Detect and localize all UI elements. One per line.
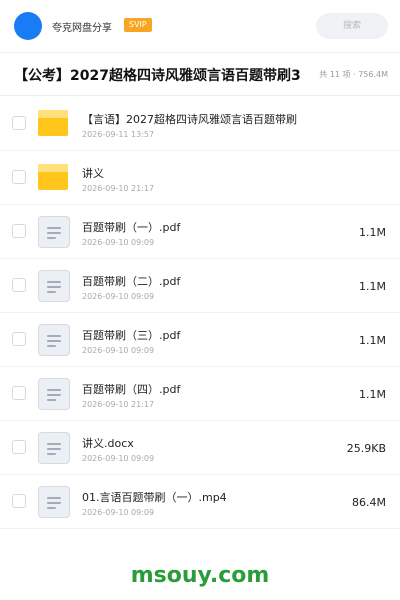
file-date: 2026-09-10 21:17: [82, 400, 155, 409]
document-icon: [38, 216, 70, 248]
file-date: 2026-09-11 13:57: [82, 130, 155, 139]
row-checkbox[interactable]: [12, 386, 26, 400]
search-placeholder: 搜索: [342, 21, 361, 31]
top-bar: 夸克网盘分享 SVIP 搜索: [0, 0, 400, 52]
file-size: 1.1M: [359, 226, 386, 239]
file-name: 百题带刷（二）.pdf: [82, 275, 181, 288]
avatar[interactable]: [14, 12, 42, 40]
file-size: 1.1M: [359, 334, 386, 347]
file-date: 2026-09-10 09:09: [82, 292, 155, 301]
row-checkbox[interactable]: [12, 170, 26, 184]
file-name: 01.言语百题带刷（一）.mp4: [82, 491, 227, 504]
file-date: 2026-09-10 09:09: [82, 346, 155, 355]
document-icon: [38, 270, 70, 302]
folder-header: 【公考】2027超格四诗风雅颂言语百题带刷3 共 11 项 · 756.4M: [0, 52, 400, 96]
file-size: 25.9KB: [346, 442, 386, 455]
file-date: 2026-09-10 21:17: [82, 184, 155, 193]
search-box[interactable]: 搜索: [316, 13, 388, 39]
row-checkbox[interactable]: [12, 440, 26, 454]
row-checkbox[interactable]: [12, 332, 26, 346]
file-name: 讲义: [82, 167, 104, 180]
file-size: 1.1M: [359, 388, 386, 401]
file-date: 2026-09-10 09:09: [82, 238, 155, 247]
file-name: 【言语】2027超格四诗风雅颂言语百题带刷: [82, 113, 297, 126]
file-row[interactable]: 讲义.docx 2026-09-10 09:09 25.9KB: [0, 421, 400, 475]
file-row[interactable]: 百题带刷（一）.pdf 2026-09-10 09:09 1.1M: [0, 205, 400, 259]
file-row[interactable]: 百题带刷（三）.pdf 2026-09-10 09:09 1.1M: [0, 313, 400, 367]
file-row[interactable]: 讲义 2026-09-10 21:17: [0, 151, 400, 205]
file-size: 1.1M: [359, 280, 386, 293]
file-row[interactable]: 百题带刷（四）.pdf 2026-09-10 21:17 1.1M: [0, 367, 400, 421]
file-name: 百题带刷（一）.pdf: [82, 221, 181, 234]
document-icon: [38, 486, 70, 518]
document-icon: [38, 324, 70, 356]
file-name: 百题带刷（四）.pdf: [82, 383, 181, 396]
file-row[interactable]: 百题带刷（二）.pdf 2026-09-10 09:09 1.1M: [0, 259, 400, 313]
folder-icon: [38, 108, 70, 140]
page-title: 【公考】2027超格四诗风雅颂言语百题带刷3: [14, 68, 301, 84]
row-checkbox[interactable]: [12, 278, 26, 292]
folder-icon: [38, 162, 70, 194]
svip-badge: SVIP: [124, 18, 152, 32]
file-row[interactable]: 【言语】2027超格四诗风雅颂言语百题带刷 2026-09-11 13:57: [0, 97, 400, 151]
username: 夸克网盘分享: [52, 23, 112, 34]
file-size: 86.4M: [352, 496, 386, 509]
row-checkbox[interactable]: [12, 116, 26, 130]
file-row[interactable]: 01.言语百题带刷（一）.mp4 2026-09-10 09:09 86.4M: [0, 475, 400, 529]
file-name: 讲义.docx: [82, 437, 134, 450]
row-checkbox[interactable]: [12, 494, 26, 508]
row-checkbox[interactable]: [12, 224, 26, 238]
document-icon: [38, 378, 70, 410]
watermark: msouy.com: [130, 563, 270, 588]
file-date: 2026-09-10 09:09: [82, 454, 155, 463]
file-name: 百题带刷（三）.pdf: [82, 329, 181, 342]
document-icon: [38, 432, 70, 464]
folder-meta: 共 11 项 · 756.4M: [319, 70, 388, 79]
file-date: 2026-09-10 09:09: [82, 508, 155, 517]
